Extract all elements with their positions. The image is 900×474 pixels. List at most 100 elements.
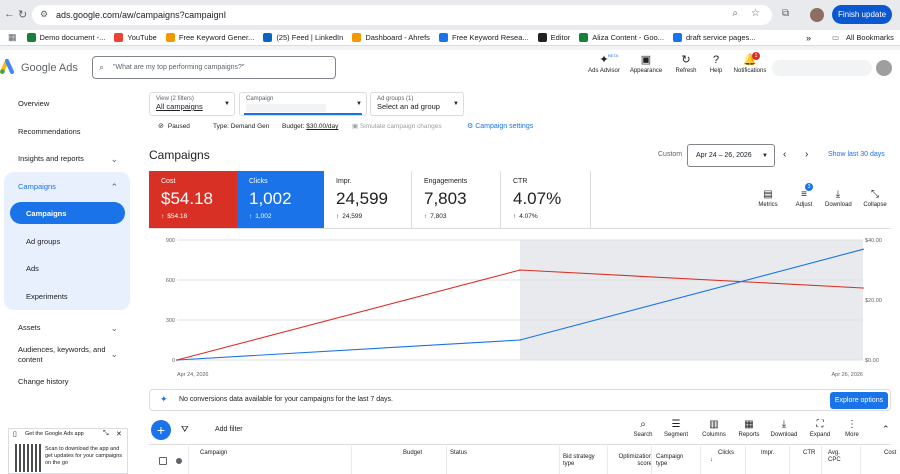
chevron-left-icon[interactable]: ‹ xyxy=(783,149,786,160)
metric-card-impr[interactable]: Impr. 24,599 ↑ 24,599 xyxy=(324,171,412,228)
table-reports-button[interactable]: ▦ Reports xyxy=(735,418,763,438)
bookmark-item[interactable]: Aliza Content - Goo... xyxy=(579,33,664,42)
table-tool-icon: ☰ xyxy=(671,419,681,430)
right-axis-tick-label: $20.00 xyxy=(865,298,882,304)
header-icon-label: Ads Advisor xyxy=(588,68,620,74)
bookmark-item[interactable]: draft service pages... xyxy=(672,33,756,42)
bookmark-item[interactable]: YouTube xyxy=(114,33,157,42)
address-bar[interactable]: ⚙ ads.google.com/aw/campaigns?campaignI … xyxy=(32,5,772,25)
select-all-checkbox[interactable] xyxy=(159,457,167,465)
sidebar-item-ads[interactable]: Ads xyxy=(26,264,39,273)
search-input[interactable]: ⌕ "What are my top performing campaigns?… xyxy=(92,56,336,79)
table-search-button[interactable]: ⌕ Search xyxy=(629,418,657,438)
metric-change-value: 24,599 xyxy=(342,213,363,220)
chart-adjust-button[interactable]: ≡ Adjust 3 xyxy=(791,183,817,208)
column-header[interactable]: Status xyxy=(450,450,490,457)
explore-options-button[interactable]: Explore options xyxy=(830,392,888,409)
chart-shaded-region xyxy=(520,240,863,360)
bookmark-label: YouTube xyxy=(127,33,157,42)
finish-update-button[interactable]: Finish update xyxy=(832,5,892,24)
bookmark-favicon-icon xyxy=(26,33,36,42)
bookmark-item[interactable]: (25) Feed | LinkedIn xyxy=(263,33,343,42)
metric-card-engagements[interactable]: Engagements 7,803 ↑ 7,803 xyxy=(412,171,501,228)
expand-icon[interactable]: ⤡ xyxy=(103,430,109,438)
bookmark-item[interactable]: Editor xyxy=(537,33,570,42)
sidebar-item-campaigns[interactable]: Campaigns xyxy=(10,202,125,224)
add-campaign-button[interactable]: + xyxy=(151,420,171,440)
extensions-icon[interactable]: ⧉ xyxy=(782,8,789,19)
google-ads-logo-icon[interactable] xyxy=(0,58,16,76)
sidebar-item-audiences[interactable]: Audiences, keywords, and content ⌄ xyxy=(18,345,118,365)
column-header[interactable]: Optimization score xyxy=(614,454,652,468)
filter-icon[interactable]: ⛛ xyxy=(181,424,189,435)
reload-icon[interactable]: ↻ xyxy=(18,8,27,21)
apps-icon[interactable]: ▦ xyxy=(8,32,17,43)
sort-arrow-icon: ↓ xyxy=(710,457,713,463)
column-header[interactable]: Avg. CPC xyxy=(828,450,854,464)
sidebar-item-recommendations[interactable]: Recommendations xyxy=(18,127,81,136)
column-header[interactable]: Campaign type xyxy=(656,454,692,468)
site-info-icon[interactable]: ⚙ xyxy=(40,9,48,20)
sidebar-item-insights[interactable]: Insights and reports ⌄ xyxy=(18,154,118,164)
column-header[interactable]: Cost xyxy=(884,450,898,457)
table-download-button[interactable]: ⤓ Download xyxy=(770,418,798,438)
sidebar-item-overview[interactable]: Overview xyxy=(18,99,49,108)
bookmark-item[interactable]: Demo document -... xyxy=(26,33,105,42)
adgroup-filter-dropdown[interactable]: Ad groups (1) Select an ad group ▼ xyxy=(370,92,464,116)
campaign-budget-value[interactable]: $30.00/day xyxy=(306,123,338,130)
metric-label: Impr. xyxy=(336,178,352,185)
column-header[interactable]: Campaign xyxy=(200,450,280,457)
back-icon[interactable]: ← xyxy=(4,8,15,20)
simulate-changes-button[interactable]: ▣ Simulate campaign changes xyxy=(352,122,442,130)
bookmark-item[interactable]: Dashboard - Ahrefs xyxy=(352,33,430,42)
chart-metrics-button[interactable]: ▤ Metrics xyxy=(755,188,781,208)
header-ads-advisor-button[interactable]: ✦ Ads Advisor BETA xyxy=(584,52,624,74)
column-header[interactable]: Impr. xyxy=(761,450,777,457)
more-bookmarks-icon[interactable]: » xyxy=(806,33,811,43)
add-filter-button[interactable]: Add filter xyxy=(215,426,243,433)
all-bookmarks-link[interactable]: All Bookmarks xyxy=(846,33,894,42)
bookmark-item[interactable]: Free Keyword Gener... xyxy=(165,33,254,42)
chart-data-point xyxy=(519,339,521,341)
show-last-30-days-link[interactable]: Show last 30 days xyxy=(828,151,885,158)
bookmark-item[interactable]: Free Keyword Resea... xyxy=(438,33,529,42)
profile-avatar[interactable] xyxy=(810,8,824,22)
all-bookmarks-folder-icon: ▭ xyxy=(832,33,840,42)
bookmarks-bar: ▦ Demo document -... YouTube Free Keyword … xyxy=(0,30,900,46)
view-filter-dropdown[interactable]: View (2 filters) All campaigns ▼ xyxy=(149,92,235,116)
column-header[interactable]: Bid strategy type xyxy=(563,454,603,468)
column-header[interactable]: Clicks xyxy=(718,450,744,457)
account-avatar[interactable] xyxy=(876,60,892,76)
close-icon[interactable]: ✕ xyxy=(116,430,122,438)
sidebar-item-assets-label: Assets xyxy=(18,323,41,332)
chevron-down-icon: ⌄ xyxy=(110,323,118,333)
table-expand-button[interactable]: ⛶ Expand xyxy=(806,418,834,438)
date-range-picker[interactable]: Apr 24 – 26, 2026 ▼ xyxy=(687,144,775,167)
table-segment-button[interactable]: ☰ Segment xyxy=(662,418,690,438)
table-columns-button[interactable]: ▥ Columns xyxy=(700,418,728,438)
column-divider xyxy=(789,446,790,474)
header-notifications-button[interactable]: 🔔 Notifications 1 xyxy=(730,52,770,74)
sidebar-item-assets[interactable]: Assets ⌄ xyxy=(18,323,118,333)
metric-card-clicks[interactable]: Clicks 1,002 ↑ 1,002 xyxy=(237,171,324,228)
bookmark-star-icon[interactable]: ☆ xyxy=(751,8,760,19)
chart-collapse-button[interactable]: ⤡ Collapse xyxy=(862,188,888,208)
url-text: ads.google.com/aw/campaigns?campaignI xyxy=(56,10,227,20)
sidebar-item-change-history[interactable]: Change history xyxy=(18,377,68,386)
metric-card-ctr[interactable]: CTR 4.07% ↑ 4.07% xyxy=(501,171,591,228)
chevron-up-icon[interactable]: ⌃ xyxy=(882,424,890,435)
sidebar-group-campaigns[interactable]: Campaigns ⌃ xyxy=(18,182,118,192)
column-header[interactable]: CTR xyxy=(803,450,815,457)
campaign-filter-dropdown[interactable]: Campaign ▼ xyxy=(239,92,367,116)
campaign-settings-button[interactable]: ⚙ Campaign settings xyxy=(467,122,533,130)
metric-card-cost[interactable]: Cost $54.18 ↑ $54.18 xyxy=(149,171,237,228)
arrow-up-icon: ↑ xyxy=(513,213,517,220)
chevron-right-icon[interactable]: › xyxy=(805,149,808,160)
header-appearance-button[interactable]: ▣ Appearance xyxy=(626,52,666,74)
sidebar-item-ad-groups[interactable]: Ad groups xyxy=(26,237,60,246)
chart-download-button[interactable]: ⤓ Download xyxy=(825,188,852,208)
zoom-icon[interactable]: ⌕ xyxy=(732,8,738,19)
column-header[interactable]: Budget xyxy=(403,450,433,457)
sidebar-item-experiments[interactable]: Experiments xyxy=(26,292,68,301)
table-more-button[interactable]: ⋮ More xyxy=(838,418,866,438)
